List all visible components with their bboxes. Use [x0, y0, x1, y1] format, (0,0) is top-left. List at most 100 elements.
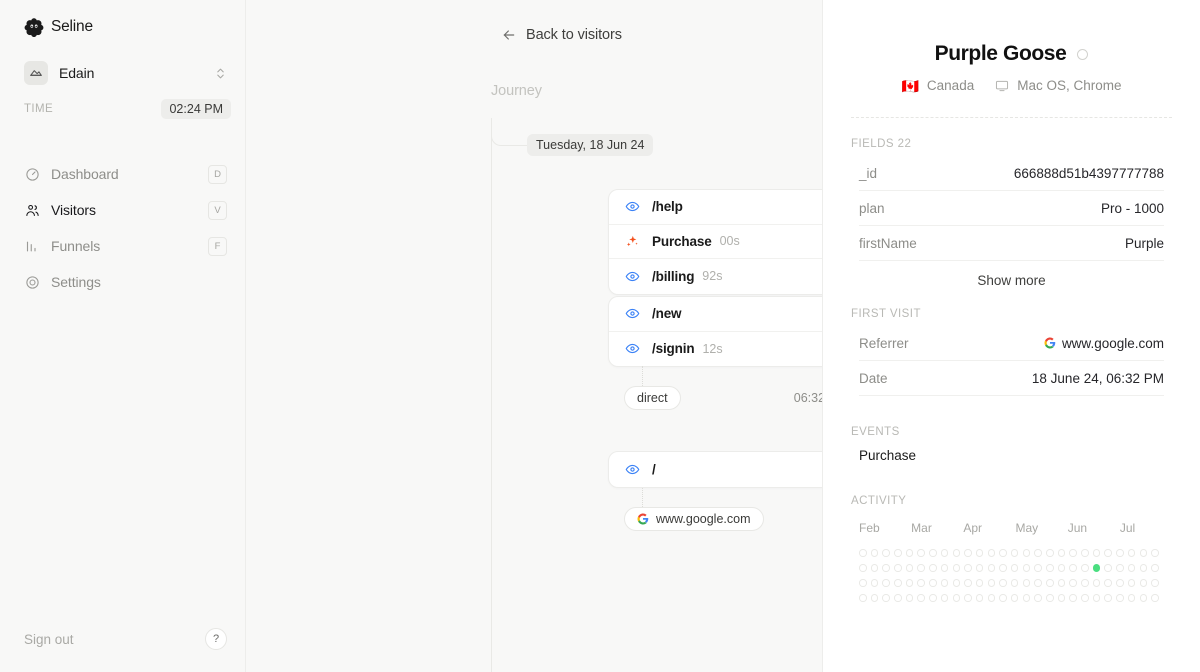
activity-cell[interactable] [1046, 594, 1054, 602]
journey-row[interactable]: /signin 12s [609, 332, 822, 367]
event-item[interactable]: Purchase [859, 448, 1172, 463]
activity-cell[interactable] [952, 579, 960, 587]
field-row[interactable]: plan Pro - 1000 [859, 191, 1164, 226]
activity-cell[interactable] [929, 564, 937, 572]
activity-cell[interactable] [859, 594, 867, 602]
activity-cell[interactable] [940, 579, 949, 587]
activity-cell[interactable] [1127, 579, 1136, 587]
activity-cell[interactable] [1010, 549, 1019, 557]
time-value[interactable]: 02:24 PM [161, 99, 231, 119]
activity-cell[interactable] [940, 564, 949, 572]
activity-cell[interactable] [917, 594, 925, 602]
activity-cell[interactable] [870, 564, 879, 572]
activity-cell[interactable] [1081, 594, 1089, 602]
activity-cell[interactable] [1104, 579, 1112, 587]
activity-cell[interactable] [1092, 549, 1101, 557]
activity-cell[interactable] [905, 549, 914, 557]
activity-cell[interactable] [987, 549, 996, 557]
activity-cell[interactable] [894, 579, 902, 587]
sidebar-item-visitors[interactable]: Visitors V [24, 192, 231, 228]
activity-cell[interactable] [882, 564, 890, 572]
activity-cell[interactable] [1081, 549, 1089, 557]
activity-cell[interactable] [1057, 549, 1066, 557]
activity-cell[interactable] [894, 594, 902, 602]
activity-cell[interactable] [1104, 564, 1112, 572]
activity-cell[interactable] [1151, 549, 1159, 557]
brand[interactable]: Seline [0, 0, 245, 37]
activity-cell[interactable] [999, 594, 1007, 602]
activity-cell[interactable] [1104, 549, 1112, 557]
activity-cell[interactable] [975, 594, 984, 602]
activity-cell[interactable] [929, 594, 937, 602]
sidebar-item-settings[interactable]: Settings [24, 264, 231, 300]
back-to-visitors-button[interactable]: Back to visitors [246, 0, 822, 43]
sign-out-button[interactable]: Sign out [24, 632, 74, 647]
field-row[interactable]: _id 666888d51b4397777788 [859, 156, 1164, 191]
activity-cell[interactable] [1046, 549, 1054, 557]
activity-cell[interactable] [1127, 564, 1136, 572]
activity-cell[interactable] [1034, 579, 1042, 587]
activity-cell[interactable] [1057, 564, 1066, 572]
journey-row[interactable]: /new [609, 297, 822, 332]
activity-cell[interactable] [999, 579, 1007, 587]
activity-cell[interactable] [1092, 564, 1101, 572]
activity-cell[interactable] [1069, 549, 1077, 557]
activity-cell[interactable] [1092, 579, 1101, 587]
activity-cell[interactable] [870, 549, 879, 557]
activity-cell[interactable] [1116, 549, 1124, 557]
activity-cell[interactable] [1022, 594, 1031, 602]
activity-cell[interactable] [1127, 594, 1136, 602]
workspace-switcher[interactable]: Edain [24, 60, 231, 86]
activity-cell[interactable] [999, 564, 1007, 572]
activity-cell[interactable] [1127, 549, 1136, 557]
activity-cell[interactable] [917, 579, 925, 587]
activity-cell[interactable] [870, 579, 879, 587]
activity-cell[interactable] [940, 594, 949, 602]
activity-cell[interactable] [952, 564, 960, 572]
activity-cell[interactable] [987, 579, 996, 587]
activity-cell[interactable] [975, 549, 984, 557]
chevrons-up-down-icon[interactable] [214, 67, 227, 80]
activity-cell[interactable] [1046, 564, 1054, 572]
activity-cell[interactable] [964, 549, 972, 557]
activity-cell[interactable] [952, 549, 960, 557]
activity-cell[interactable] [859, 579, 867, 587]
activity-cell[interactable] [882, 594, 890, 602]
activity-cell[interactable] [1069, 579, 1077, 587]
activity-cell[interactable] [1139, 579, 1147, 587]
activity-cell[interactable] [975, 579, 984, 587]
activity-cell[interactable] [929, 579, 937, 587]
activity-cell[interactable] [1034, 564, 1042, 572]
activity-cell[interactable] [1116, 564, 1124, 572]
activity-cell[interactable] [1139, 564, 1147, 572]
activity-cell[interactable] [1151, 579, 1159, 587]
activity-cell[interactable] [859, 564, 867, 572]
referrer-pill[interactable]: www.google.com [624, 507, 764, 531]
sidebar-item-dashboard[interactable]: Dashboard D [24, 156, 231, 192]
activity-cell[interactable] [964, 564, 972, 572]
activity-cell[interactable] [1151, 564, 1159, 572]
activity-cell[interactable] [1022, 579, 1031, 587]
activity-cell[interactable] [964, 579, 972, 587]
activity-cell[interactable] [929, 549, 937, 557]
activity-cell[interactable] [905, 594, 914, 602]
activity-cell[interactable] [1034, 549, 1042, 557]
activity-cell[interactable] [987, 564, 996, 572]
activity-cell[interactable] [859, 549, 867, 557]
activity-cell[interactable] [917, 549, 925, 557]
journey-row[interactable]: /billing 92s [609, 259, 822, 294]
activity-cell[interactable] [1116, 594, 1124, 602]
activity-cell[interactable] [987, 594, 996, 602]
activity-cell[interactable] [1139, 594, 1147, 602]
activity-cell[interactable] [1116, 579, 1124, 587]
field-row[interactable]: firstName Purple [859, 226, 1164, 261]
help-button[interactable]: ? [205, 628, 227, 650]
activity-cell[interactable] [1010, 594, 1019, 602]
activity-cell[interactable] [905, 579, 914, 587]
activity-cell[interactable] [1022, 549, 1031, 557]
activity-cell[interactable] [1057, 579, 1066, 587]
journey-row[interactable]: /help [609, 190, 822, 225]
activity-cell[interactable] [1151, 594, 1159, 602]
activity-cell[interactable] [1081, 579, 1089, 587]
activity-cell[interactable] [1069, 564, 1077, 572]
